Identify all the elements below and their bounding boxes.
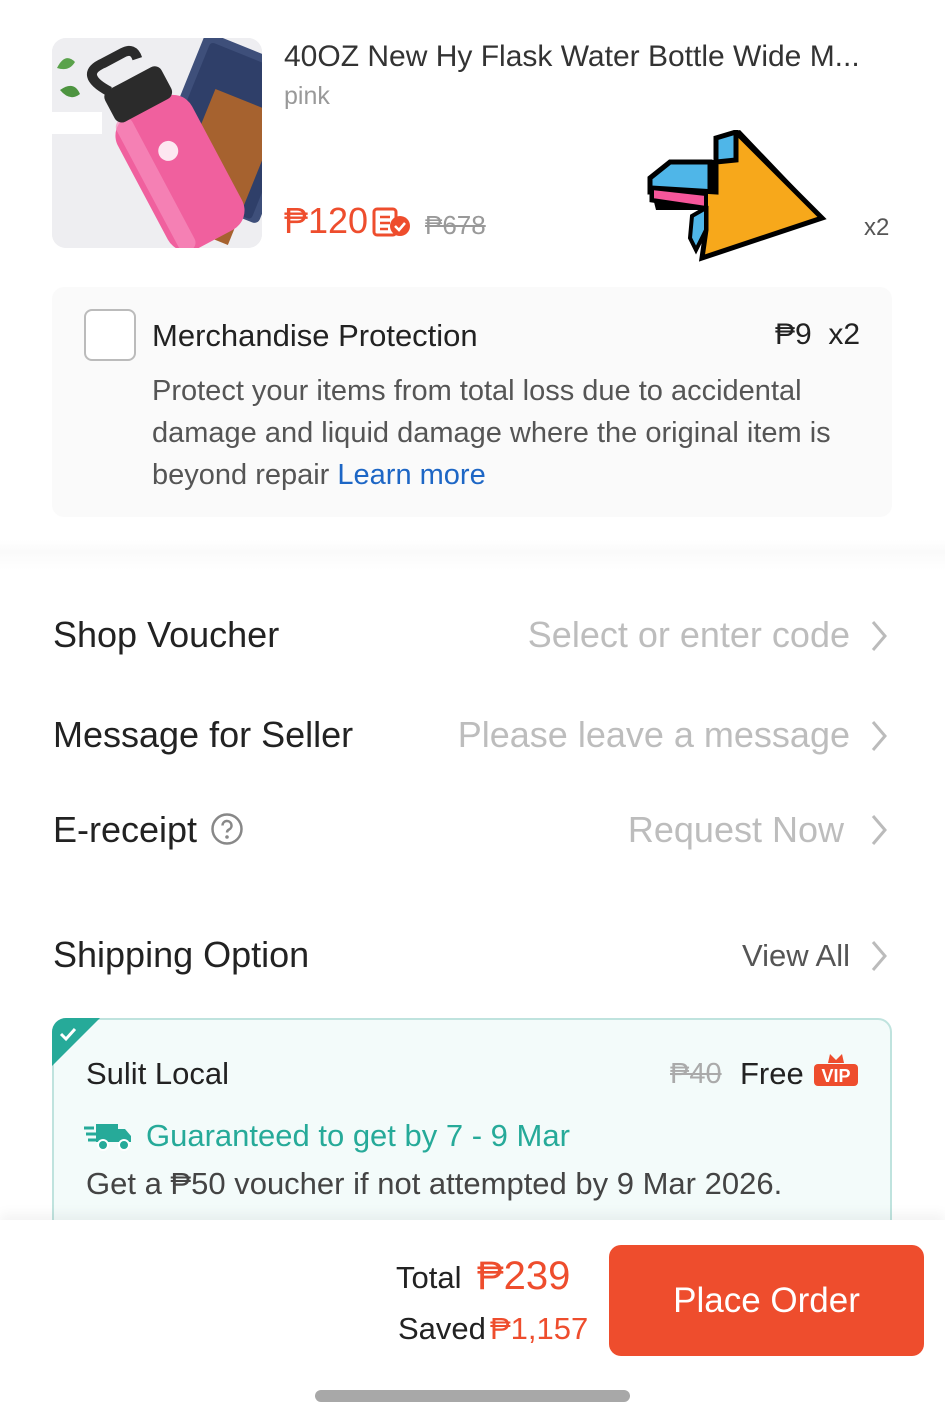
product-thumbnail[interactable] — [52, 38, 262, 248]
home-indicator[interactable] — [315, 1390, 630, 1402]
protection-checkbox[interactable] — [84, 309, 136, 361]
message-for-seller-label: Message for Seller — [53, 714, 354, 755]
chevron-right-icon[interactable] — [868, 938, 890, 974]
chevron-right-icon[interactable] — [868, 718, 890, 754]
shop-voucher-label: Shop Voucher — [53, 614, 280, 655]
vip-badge-text: VIP — [821, 1066, 850, 1086]
original-price: ₱678 — [425, 210, 486, 240]
place-order-button[interactable]: Place Order — [609, 1245, 924, 1356]
water-bottle-image — [52, 38, 262, 248]
request-ereceipt-link[interactable]: Request Now — [628, 809, 844, 851]
chevron-right-icon[interactable] — [868, 618, 890, 654]
protection-description-text: Protect your items from total loss due t… — [152, 375, 831, 491]
protection-price: ₱9 x2 — [775, 318, 861, 351]
late-delivery-voucher-note: Get a ₱50 voucher if not attempted by 9 … — [86, 1166, 783, 1201]
ereceipt-label: E-receipt — [53, 809, 198, 850]
product-variant: pink — [284, 82, 330, 110]
saved-value: ₱1,157 — [490, 1311, 589, 1346]
total-label: Total — [396, 1260, 462, 1295]
delivery-guarantee: Guaranteed to get by 7 - 9 Mar — [146, 1118, 570, 1153]
view-all-link[interactable]: View All — [742, 938, 850, 974]
total-value: ₱239 — [477, 1254, 571, 1298]
vip-badge-icon: VIP — [812, 1052, 860, 1088]
product-price: ₱120 — [284, 200, 369, 241]
shipping-old-fee: ₱40 — [670, 1058, 722, 1090]
protection-title: Merchandise Protection — [152, 318, 478, 353]
shipping-option-label: Shipping Option — [53, 934, 310, 975]
help-circle-icon[interactable] — [210, 812, 244, 846]
saved-label: Saved — [398, 1311, 486, 1346]
quantity: x2 — [864, 214, 890, 241]
protection-description: Protect your items from total loss due t… — [152, 370, 872, 496]
shipping-name: Sulit Local — [86, 1056, 230, 1091]
pointing-arrow-icon — [640, 125, 830, 262]
coins-check-icon — [372, 206, 412, 238]
product-title[interactable]: 40OZ New Hy Flask Water Bottle Wide M... — [284, 40, 860, 74]
message-input[interactable]: Please leave a message — [458, 714, 850, 756]
fast-delivery-truck-icon — [84, 1120, 132, 1152]
shop-voucher-value[interactable]: Select or enter code — [528, 614, 850, 656]
chevron-right-icon[interactable] — [868, 812, 890, 848]
learn-more-link[interactable]: Learn more — [337, 459, 485, 491]
section-divider — [0, 540, 945, 570]
shipping-fee: Free — [740, 1056, 804, 1091]
